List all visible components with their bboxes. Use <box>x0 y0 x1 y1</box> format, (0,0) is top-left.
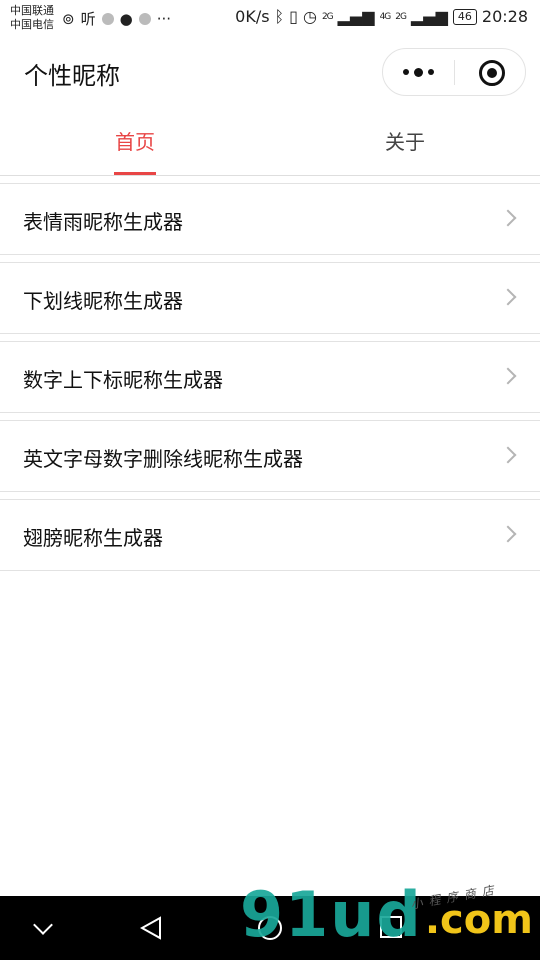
app-notification-icon-2 <box>138 12 151 25</box>
chevron-right-icon <box>499 209 517 227</box>
chevron-right-icon <box>499 525 517 543</box>
tab-home[interactable]: 首页 <box>0 112 270 175</box>
more-dot-icon <box>428 69 434 75</box>
chevron-right-icon <box>499 446 517 464</box>
close-miniprogram-button[interactable] <box>479 60 505 86</box>
carrier-1: 中国联通 <box>10 4 54 17</box>
list-item-label: 下划线昵称生成器 <box>23 289 183 313</box>
message-icon: ● <box>119 9 133 28</box>
list-item-label: 英文字母数字删除线昵称生成器 <box>23 447 303 471</box>
weibo-icon: ⊚ <box>62 9 75 28</box>
more-menu-button[interactable] <box>383 49 454 95</box>
alarm-icon: ◷ <box>302 7 317 26</box>
tab-about[interactable]: 关于 <box>270 112 540 175</box>
list-item-label: 数字上下标昵称生成器 <box>23 368 223 392</box>
back-triangle-icon[interactable] <box>140 916 162 940</box>
network-4g-label: 4G <box>379 11 392 22</box>
battery-icon: 46 <box>452 8 477 25</box>
list-item-label: 翅膀昵称生成器 <box>23 526 163 550</box>
network-2g-label: 2G <box>321 11 334 22</box>
vibrate-icon: ▯ <box>289 7 298 26</box>
more-dot-icon <box>403 69 409 75</box>
status-bar: 中国联通 中国电信 ⊚ 听 ● ··· 0K/s ᛒ ▯ ◷ 2G ▂▄▆ 4G… <box>0 0 540 36</box>
list-item-strikethrough[interactable]: 英文字母数字删除线昵称生成器 <box>0 420 540 492</box>
list-item-underline[interactable]: 下划线昵称生成器 <box>0 262 540 334</box>
hide-keyboard-icon[interactable] <box>33 915 53 935</box>
bluetooth-icon: ᛒ <box>274 7 285 26</box>
generator-list: 表情雨昵称生成器 下划线昵称生成器 数字上下标昵称生成器 英文字母数字删除线昵称… <box>0 183 540 578</box>
signal-icon-2: ▂▄▆ <box>410 7 448 26</box>
carrier-info: 中国联通 中国电信 <box>10 4 54 32</box>
title-bar: 个性昵称 <box>0 36 540 112</box>
more-notifications-icon: ··· <box>156 9 171 28</box>
carrier-2: 中国电信 <box>10 18 54 31</box>
capsule-divider <box>454 60 455 85</box>
list-item-label: 表情雨昵称生成器 <box>23 210 183 234</box>
network-speed: 0K/s <box>235 7 270 26</box>
signal-icon: ▂▄▆ <box>337 7 375 26</box>
list-item-wings[interactable]: 翅膀昵称生成器 <box>0 499 540 571</box>
listen-icon: 听 <box>80 10 96 28</box>
system-status: 0K/s ᛒ ▯ ◷ 2G ▂▄▆ 4G 2G ▂▄▆ 46 20:28 <box>235 7 528 26</box>
list-item-emoji-rain[interactable]: 表情雨昵称生成器 <box>0 183 540 255</box>
page-title: 个性昵称 <box>24 62 120 90</box>
chevron-right-icon <box>499 367 517 385</box>
miniprogram-capsule <box>382 48 526 96</box>
home-circle-icon[interactable] <box>258 916 282 940</box>
more-dot-icon <box>414 67 423 77</box>
system-nav-bar <box>0 896 540 960</box>
tab-bar: 首页 关于 <box>0 112 540 176</box>
chevron-right-icon <box>499 288 517 306</box>
clock: 20:28 <box>481 7 528 26</box>
notification-icons: ⊚ 听 ● ··· <box>62 8 171 29</box>
network-2g-label-2: 2G <box>395 11 407 22</box>
list-item-sub-superscript[interactable]: 数字上下标昵称生成器 <box>0 341 540 413</box>
recent-apps-square-icon[interactable] <box>380 916 402 938</box>
app-notification-icon <box>101 12 114 25</box>
